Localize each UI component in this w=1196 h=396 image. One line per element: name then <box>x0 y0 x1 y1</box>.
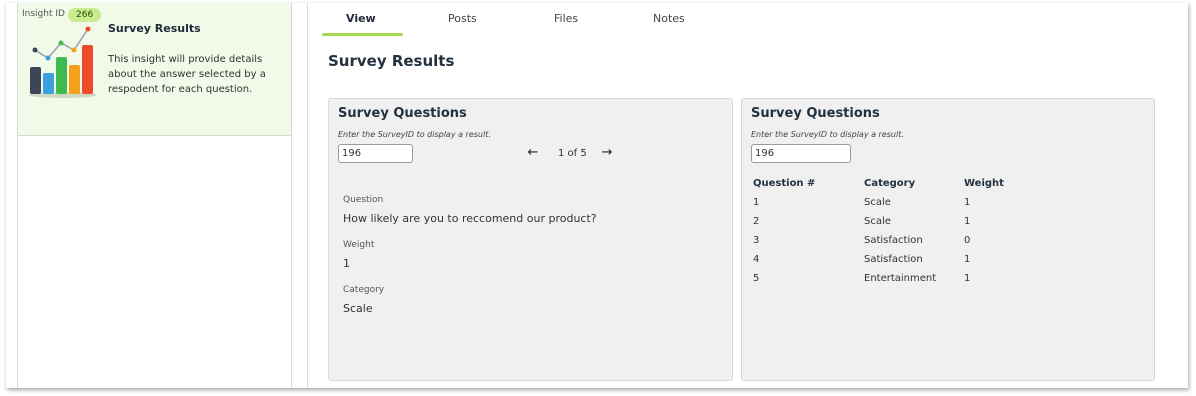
table-row[interactable]: 5 Entertainment 1 <box>753 269 1053 288</box>
question-number-cell: 1 <box>753 197 760 208</box>
survey-id-input[interactable] <box>751 144 851 163</box>
tab-view[interactable]: View <box>346 12 376 25</box>
weight-cell: 1 <box>964 197 971 208</box>
weight-cell: 1 <box>964 254 971 265</box>
category-cell: Scale <box>864 197 891 208</box>
survey-question-detail-card: Survey Questions Enter the SurveyID to d… <box>328 98 733 381</box>
insight-detail-panel: View Posts Files Notes Survey Results Su… <box>307 3 1184 388</box>
question-number-cell: 5 <box>753 273 760 284</box>
category-value: Scale <box>343 302 373 315</box>
table-row[interactable]: 2 Scale 1 <box>753 212 1053 231</box>
table-row[interactable]: 3 Satisfaction 0 <box>753 231 1053 250</box>
category-cell: Satisfaction <box>864 254 923 265</box>
page-title: Survey Results <box>328 52 455 70</box>
question-label: Question <box>343 195 384 205</box>
table-row[interactable]: 4 Satisfaction 1 <box>753 250 1053 269</box>
card-title: Survey Questions <box>751 106 880 121</box>
category-label: Category <box>343 285 385 295</box>
insight-id-badge: 266 <box>68 8 102 22</box>
insight-id-label: Insight ID <box>22 9 65 19</box>
category-cell: Satisfaction <box>864 235 923 246</box>
tab-files[interactable]: Files <box>554 12 578 25</box>
column-header-question: Question # <box>753 178 816 189</box>
question-value: How likely are you to reccomend our prod… <box>343 212 597 225</box>
weight-cell: 1 <box>964 216 971 227</box>
column-header-category: Category <box>864 178 916 189</box>
question-number-cell: 4 <box>753 254 760 265</box>
weight-cell: 0 <box>964 235 971 246</box>
tab-posts[interactable]: Posts <box>448 12 477 25</box>
card-title: Survey Questions <box>338 106 467 121</box>
insight-description: This insight will provide details about … <box>108 54 266 95</box>
survey-id-hint: Enter the SurveyID to display a result. <box>338 130 491 139</box>
arrow-left-icon[interactable]: ← <box>525 145 541 161</box>
weight-label: Weight <box>343 240 375 250</box>
pager-text: 1 of 5 <box>558 148 587 159</box>
insight-list-panel: Insight ID 266 Survey Results This insig… <box>17 3 292 388</box>
table-row[interactable]: 1 Scale 1 <box>753 193 1053 212</box>
weight-cell: 1 <box>964 273 971 284</box>
survey-questions-table-card: Survey Questions Enter the SurveyID to d… <box>741 98 1155 381</box>
survey-id-input[interactable] <box>338 144 413 163</box>
tab-notes[interactable]: Notes <box>653 12 685 25</box>
insight-card[interactable]: Insight ID 266 Survey Results This insig… <box>18 3 291 136</box>
bar-chart-icon <box>29 26 97 98</box>
survey-id-hint: Enter the SurveyID to display a result. <box>751 130 904 139</box>
arrow-right-icon[interactable]: → <box>599 145 615 161</box>
questions-table: Question # Category Weight 1 Scale 1 2 S… <box>753 174 1053 288</box>
active-tab-indicator <box>322 33 403 36</box>
insight-title: Survey Results <box>108 22 201 35</box>
column-header-weight: Weight <box>964 178 1004 189</box>
question-number-cell: 3 <box>753 235 760 246</box>
category-cell: Entertainment <box>864 273 937 284</box>
table-header-row: Question # Category Weight <box>753 174 1053 193</box>
tab-bar: View Posts Files Notes <box>308 3 1184 37</box>
weight-value: 1 <box>343 257 350 270</box>
question-number-cell: 2 <box>753 216 760 227</box>
category-cell: Scale <box>864 216 891 227</box>
